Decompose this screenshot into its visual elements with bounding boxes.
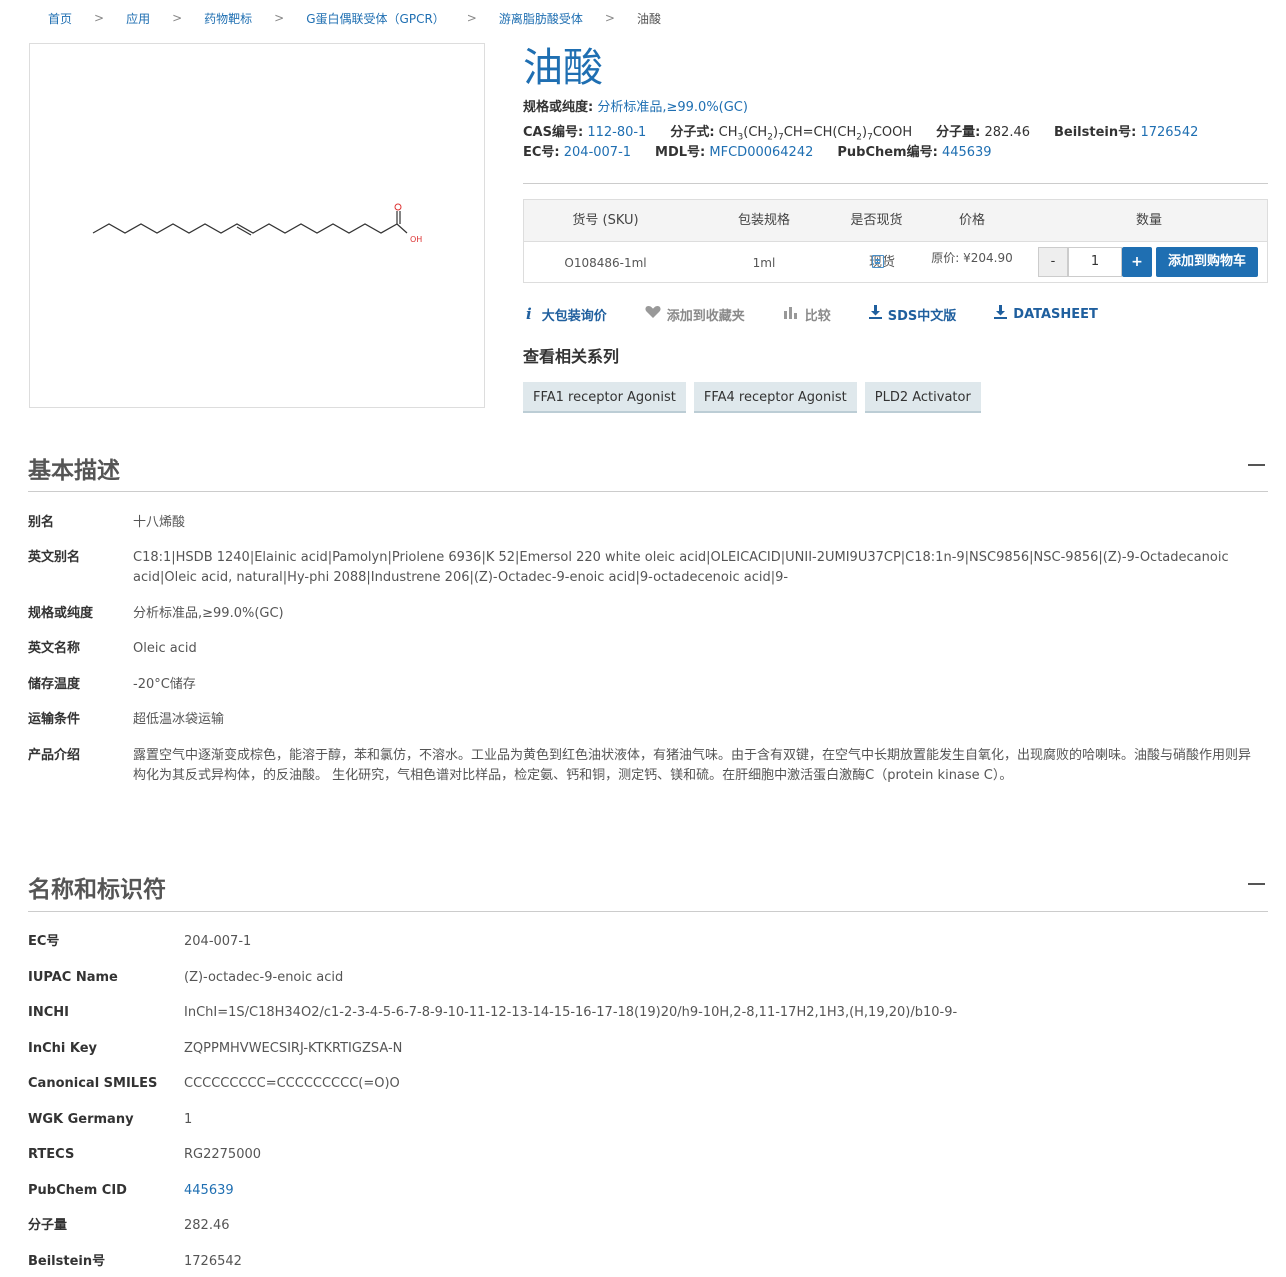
oleic-acid-structure: OH	[92, 203, 422, 244]
pubchem-cid-link[interactable]: 445639	[184, 1181, 234, 1201]
compare-link[interactable]: 比较	[783, 305, 831, 324]
ec-link[interactable]: 204-007-1	[564, 145, 631, 160]
molecular-formula: CH3(CH2)7CH=CH(CH2)7COOH	[718, 125, 913, 143]
ident-row-inchi: INCHI InChI=1S/C18H34O2/c1-2-3-4-5-6-7-8-…	[28, 1005, 958, 1020]
product-structure-image[interactable]: OH	[29, 43, 485, 408]
bar-chart-icon	[783, 305, 799, 323]
datasheet-download-link[interactable]: DATASHEET	[994, 305, 1098, 323]
quantity-input[interactable]: 1	[1068, 247, 1122, 277]
divider	[28, 491, 1268, 492]
chevron-right-icon: >	[466, 11, 477, 25]
ident-row-wgk: WGK Germany 1	[28, 1112, 193, 1127]
stock-value: 现货	[869, 255, 896, 270]
breadcrumb-current: 油酸	[636, 11, 661, 26]
basic-row-english-alias: 英文别名 C18:1|HSDB 1240|Elainic acid|Pamolyn…	[28, 550, 1229, 585]
pack-value: 1ml	[752, 256, 776, 270]
chevron-right-icon: >	[604, 11, 615, 25]
divider	[28, 911, 1268, 912]
sku-table: 货号 (SKU) 包装规格 是否现货 价格 数量 O108486-1ml 1ml…	[523, 199, 1268, 283]
qty-increment-button[interactable]: +	[1122, 247, 1152, 277]
pubchem-link[interactable]: 445639	[942, 145, 992, 160]
col-qty: 数量	[1135, 213, 1162, 228]
breadcrumb-home[interactable]: 首页	[48, 10, 72, 27]
collapse-icon[interactable]	[1248, 883, 1265, 885]
sds-download-link[interactable]: SDS中文版	[868, 305, 956, 324]
tag-ffa4-agonist[interactable]: FFA4 receptor Agonist	[693, 382, 857, 413]
chevron-right-icon: >	[172, 11, 183, 25]
ident-row-rtecs: RTECS RG2275000	[28, 1147, 262, 1162]
ident-row-ec: EC号 204-007-1	[28, 934, 252, 949]
sku-table-header: 货号 (SKU) 包装规格 是否现货 价格 数量	[524, 200, 1267, 242]
related-tags: FFA1 receptor Agonist FFA4 receptor Agon…	[523, 382, 989, 413]
add-to-cart-button[interactable]: 添加到购物车	[1156, 247, 1258, 277]
product-actions: i 大包装询价 添加到收藏夹 比较 SDS中文版 DATASHEET	[523, 303, 1136, 325]
mdl-link[interactable]: MFCD00064242	[709, 145, 813, 160]
basic-row-alias: 别名 十八烯酸	[28, 515, 186, 530]
breadcrumb-applications[interactable]: 应用	[126, 10, 150, 27]
col-sku: 货号 (SKU)	[572, 213, 639, 228]
page-title: 油酸	[523, 45, 603, 91]
ident-row-smiles: Canonical SMILES CCCCCCCCC=CCCCCCCCC(=O)O	[28, 1076, 400, 1091]
sku-value: O108486-1ml	[564, 256, 647, 270]
identifiers-title: 名称和标识符	[28, 877, 166, 903]
divider	[523, 183, 1268, 184]
ident-row-pubchem: PubChem CID 445639	[28, 1181, 1268, 1201]
molecular-weight: 282.46	[984, 125, 1031, 140]
table-row: O108486-1ml 1ml 现货 原价: ¥204.90 - 1 + 添加到…	[524, 242, 1267, 283]
svg-text:OH: OH	[410, 235, 422, 244]
cas-link[interactable]: 112-80-1	[587, 125, 646, 140]
col-price: 价格	[958, 213, 985, 228]
spec-line: 规格或纯度: 分析标准品,≥99.0%(GC)	[523, 100, 748, 115]
basic-row-storage: 储存温度 -20°C储存	[28, 677, 196, 692]
basic-row-english-name: 英文名称 Oleic acid	[28, 641, 197, 656]
breadcrumb-ffar[interactable]: 游离脂肪酸受体	[499, 10, 583, 27]
qty-decrement-button[interactable]: -	[1038, 247, 1068, 277]
related-series-title: 查看相关系列	[523, 347, 620, 366]
ident-row-beilstein: Beilstein号 1726542	[28, 1254, 242, 1269]
add-favorite-link[interactable]: 添加到收藏夹	[645, 305, 745, 324]
heart-icon	[645, 305, 661, 323]
tag-pld2-activator[interactable]: PLD2 Activator	[864, 382, 981, 413]
ident-row-inchikey: InChi Key ZQPPMHVWECSIRJ-KTKRTIGZSA-N	[28, 1041, 403, 1056]
breadcrumb-drug-targets[interactable]: 药物靶标	[204, 10, 252, 27]
collapse-icon[interactable]	[1248, 464, 1265, 466]
download-icon	[868, 305, 882, 323]
basic-row-purity: 规格或纯度 分析标准品,≥99.0%(GC)	[28, 606, 284, 621]
price-value: 原价: ¥204.90	[931, 251, 1013, 265]
ident-row-iupac: IUPAC Name (Z)-octadec-9-enoic acid	[28, 970, 344, 985]
tag-ffa1-agonist[interactable]: FFA1 receptor Agonist	[523, 382, 686, 413]
meta-line-2: EC号: 204-007-1 MDL号: MFCD00064242 PubChe…	[523, 145, 992, 160]
col-pack: 包装规格	[737, 213, 790, 228]
chevron-right-icon: >	[94, 11, 105, 25]
breadcrumb-gpcr[interactable]: G蛋白偶联受体（GPCR）	[306, 10, 445, 27]
basic-row-shipping: 运输条件 超低温冰袋运输	[28, 712, 225, 727]
breadcrumb: 首页 > 应用 > 药物靶标 > G蛋白偶联受体（GPCR） > 游离脂肪酸受体…	[48, 9, 661, 27]
download-icon	[994, 305, 1008, 323]
basic-row-description: 产品介绍 露置空气中逐渐变成棕色，能溶于醇，苯和氯仿，不溶水。工业品为黄色到红色油…	[28, 748, 1252, 783]
chevron-right-icon: >	[274, 11, 285, 25]
spec-value-link[interactable]: 分析标准品,≥99.0%(GC)	[597, 100, 748, 115]
beilstein-link[interactable]: 1726542	[1140, 125, 1198, 140]
bulk-inquiry-link[interactable]: i 大包装询价	[523, 305, 607, 324]
document-icon[interactable]	[872, 255, 884, 268]
col-stock: 是否现货	[850, 213, 903, 228]
info-icon: i	[526, 305, 532, 323]
ident-row-mw: 分子量 282.46	[28, 1218, 230, 1233]
basic-description-title: 基本描述	[28, 458, 120, 484]
